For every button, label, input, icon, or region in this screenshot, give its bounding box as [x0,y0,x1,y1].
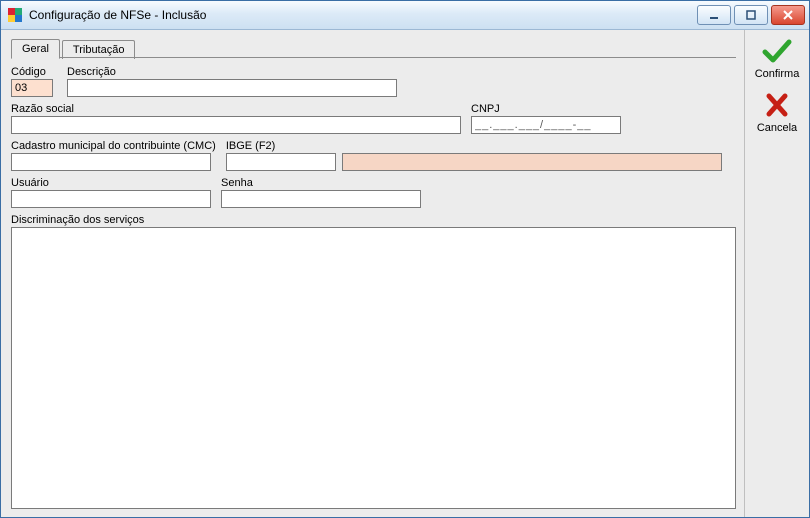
input-usuario[interactable] [11,190,211,208]
label-cnpj: CNPJ [471,103,621,115]
cancel-label: Cancela [757,122,797,134]
side-bar: Confirma Cancela [744,30,809,517]
titlebar: Configuração de NFSe - Inclusão [1,1,809,30]
tab-strip: Geral Tributação [11,36,736,58]
window-buttons [697,5,805,25]
input-razao[interactable] [11,116,461,134]
input-senha[interactable] [221,190,421,208]
input-ibge[interactable] [226,153,336,171]
tab-panel-geral: Código Descrição Razão social CNPJ [11,58,736,509]
app-icon [7,7,23,23]
confirm-button[interactable]: Confirma [755,38,800,80]
textarea-discriminacao[interactable] [11,227,736,509]
label-cmc: Cadastro municipal do contribuinte (CMC) [11,140,216,152]
input-codigo[interactable] [11,79,53,97]
client-area: Geral Tributação Código Descrição [1,30,809,517]
label-discriminacao: Discriminação dos serviços [11,214,736,226]
close-button[interactable] [771,5,805,25]
tab-tributacao[interactable]: Tributação [62,40,136,59]
cancel-button[interactable]: Cancela [757,92,797,134]
input-cmc[interactable] [11,153,211,171]
minimize-button[interactable] [697,5,731,25]
input-ibge-desc[interactable] [342,153,722,171]
window: Configuração de NFSe - Inclusão Geral Tr… [0,0,810,518]
cancel-icon [764,92,790,121]
main-panel: Geral Tributação Código Descrição [1,30,744,517]
maximize-button[interactable] [734,5,768,25]
input-cnpj[interactable] [471,116,621,134]
label-ibge: IBGE (F2) [226,140,722,152]
label-senha: Senha [221,177,421,189]
label-codigo: Código [11,66,57,78]
label-descricao: Descrição [67,66,397,78]
tab-geral[interactable]: Geral [11,39,60,59]
label-razao: Razão social [11,103,461,115]
label-usuario: Usuário [11,177,211,189]
confirm-label: Confirma [755,68,800,80]
window-title: Configuração de NFSe - Inclusão [29,8,697,22]
check-icon [762,38,792,67]
input-descricao[interactable] [67,79,397,97]
